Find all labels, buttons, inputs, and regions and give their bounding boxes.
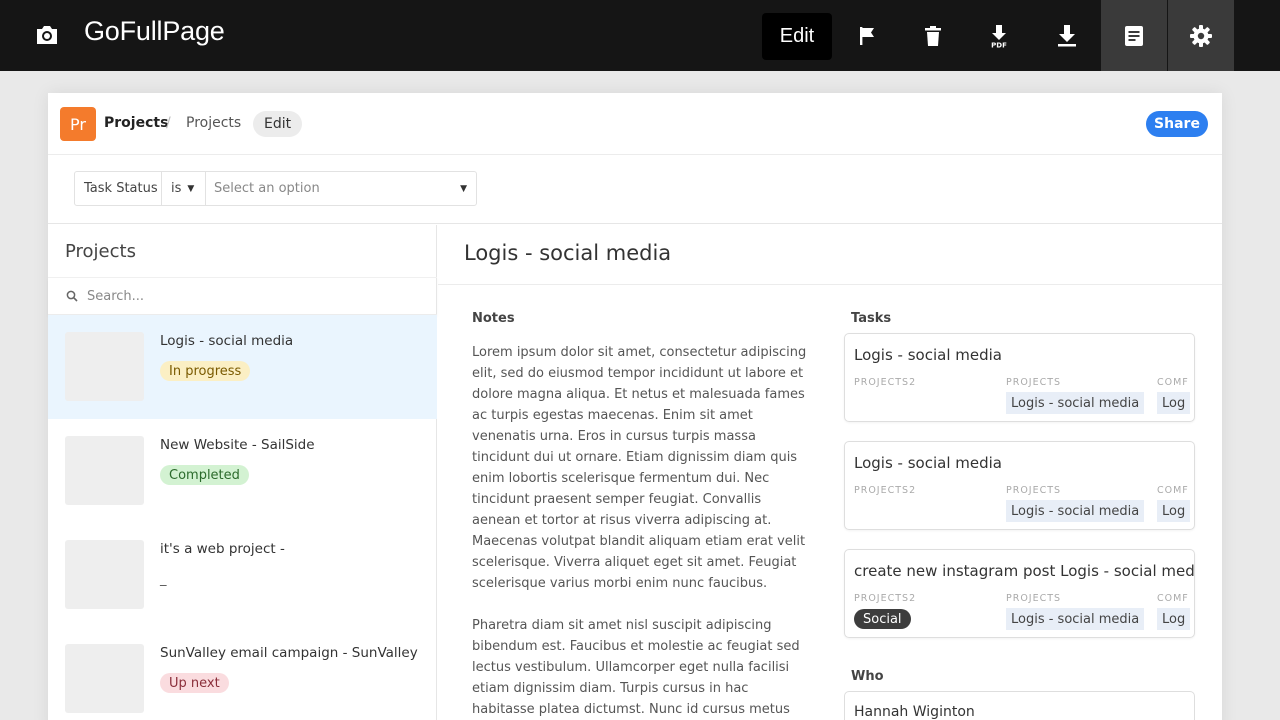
trash-icon: [925, 25, 941, 46]
settings-button[interactable]: [1168, 0, 1234, 71]
task-name: create new instagram post Logis - social…: [854, 562, 1195, 580]
project-chip: Logis - social media: [1006, 392, 1145, 414]
project-title: New Website - SailSide: [160, 437, 315, 453]
filter-bar: Task Status is ▼ Select an option ▼: [48, 156, 1222, 224]
list-title: Projects: [65, 241, 136, 262]
download-image-button[interactable]: [1034, 0, 1100, 71]
status-badge: Up next: [160, 673, 229, 693]
project-chip: Logis - social media: [1006, 608, 1145, 630]
delete-button[interactable]: [900, 0, 966, 71]
column-header: COMF: [1157, 485, 1189, 496]
task-name: Logis - social media: [854, 346, 1002, 364]
column-header: PROJECTS: [1006, 485, 1062, 496]
status-badge: Completed: [160, 465, 249, 485]
status-filter: Task Status is ▼ Select an option ▼: [74, 171, 477, 206]
detail-title: Logis - social media: [464, 241, 672, 265]
app-header: Pr Projects / Projects Edit Share: [48, 93, 1222, 155]
column-header: PROJECTS2: [854, 593, 917, 604]
who-label: Who: [851, 669, 884, 684]
notes-label: Notes: [472, 311, 515, 326]
tasks-label: Tasks: [851, 311, 892, 326]
column-header: PROJECTS2: [854, 485, 917, 496]
project-title: SunValley email campaign - SunValley: [160, 645, 418, 661]
column-header: PROJECTS: [1006, 593, 1062, 604]
notes-text: Lorem ipsum dolor sit amet, consectetur …: [472, 345, 807, 717]
divider: [438, 284, 1222, 285]
caret-down-icon: ▼: [460, 183, 467, 194]
column-header: COMF: [1157, 377, 1189, 388]
project-thumbnail: [65, 436, 144, 505]
extension-title: GoFullPage: [84, 16, 225, 46]
task-name: Logis - social media: [854, 454, 1002, 472]
extension-toolbar: GoFullPage Edit PDF: [0, 0, 1280, 71]
download-icon: [1058, 24, 1076, 46]
project-list-panel: Projects Search... Logis - social media …: [48, 225, 437, 720]
tag-chip: Social: [854, 609, 911, 629]
gear-icon: [1190, 24, 1212, 47]
download-pdf-button[interactable]: PDF: [966, 0, 1032, 71]
app-badge[interactable]: Pr: [60, 107, 96, 141]
list-item[interactable]: Logis - social media In progress: [48, 315, 437, 419]
filter-value-placeholder: Select an option: [214, 181, 320, 196]
filter-field[interactable]: Task Status: [75, 172, 162, 205]
column-header: COMF: [1157, 593, 1189, 604]
search-icon: [66, 290, 78, 302]
filter-operator-label: is: [171, 181, 182, 196]
filter-operator-select[interactable]: is ▼: [162, 172, 206, 205]
list-item[interactable]: New Website - SailSide Completed: [48, 419, 437, 523]
share-button[interactable]: Share: [1146, 111, 1208, 137]
project-chip: Log: [1157, 500, 1191, 522]
breadcrumb-separator: /: [166, 115, 171, 131]
task-card[interactable]: create new instagram post Logis - social…: [844, 549, 1195, 638]
assignee-card[interactable]: Hannah Wiginton: [844, 691, 1195, 720]
project-title: it's a web project -: [160, 541, 285, 557]
project-chip: Logis - social media: [1006, 500, 1145, 522]
camera-icon[interactable]: [34, 22, 60, 48]
status-empty: _: [160, 572, 167, 587]
caret-down-icon: ▼: [187, 183, 195, 194]
project-chip: Log: [1157, 608, 1191, 630]
task-card[interactable]: Logis - social media PROJECTS2 PROJECTS …: [844, 441, 1195, 530]
svg-text:PDF: PDF: [991, 41, 1007, 48]
project-thumbnail: [65, 332, 144, 401]
breadcrumb-projects-view[interactable]: Projects: [186, 115, 241, 131]
list-item[interactable]: SunValley email campaign - SunValley Up …: [48, 627, 437, 720]
pdf-download-icon: PDF: [991, 24, 1007, 48]
breadcrumb-projects[interactable]: Projects: [104, 115, 168, 131]
document-icon: [1125, 25, 1143, 46]
project-thumbnail: [65, 644, 144, 713]
assignee-name: Hannah Wiginton: [854, 704, 975, 720]
edit-screenshot-button[interactable]: Edit: [762, 13, 832, 60]
flag-button[interactable]: [834, 0, 900, 71]
captured-page: Pr Projects / Projects Edit Share Task S…: [48, 93, 1222, 720]
project-thumbnail: [65, 540, 144, 609]
status-badge: In progress: [160, 361, 251, 381]
task-card[interactable]: Logis - social media PROJECTS2 PROJECTS …: [844, 333, 1195, 422]
project-chip: Log: [1157, 392, 1191, 414]
list-item[interactable]: it's a web project - _: [48, 523, 437, 627]
search-placeholder: Search...: [87, 288, 145, 304]
edit-page-button[interactable]: Edit: [253, 111, 303, 137]
column-header: PROJECTS: [1006, 377, 1062, 388]
view-document-button[interactable]: [1101, 0, 1167, 71]
project-title: Logis - social media: [160, 333, 294, 349]
flag-icon: [860, 26, 874, 45]
filter-value-select[interactable]: Select an option ▼: [206, 172, 476, 205]
column-header: PROJECTS2: [854, 377, 917, 388]
search-input[interactable]: Search...: [48, 277, 437, 315]
